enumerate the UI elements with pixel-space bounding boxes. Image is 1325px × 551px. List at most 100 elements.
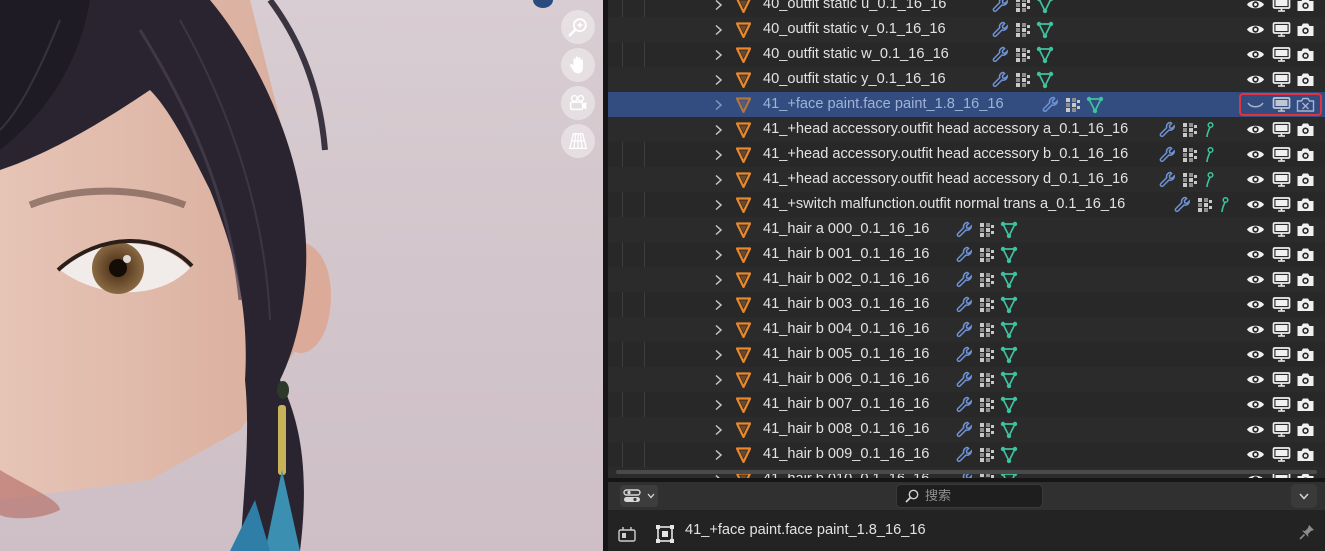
viewport-toggle[interactable] bbox=[1272, 317, 1291, 342]
mesh-object-icon[interactable] bbox=[736, 167, 754, 192]
expand-toggle[interactable] bbox=[714, 67, 726, 92]
object-name[interactable]: 41_hair b 001_0.1_16_16 bbox=[763, 242, 929, 267]
render-toggle[interactable] bbox=[1296, 0, 1315, 17]
viewport-toggle[interactable] bbox=[1272, 142, 1291, 167]
visibility-toggle[interactable] bbox=[1246, 342, 1265, 367]
render-toggle[interactable] bbox=[1296, 267, 1315, 292]
viewport-toggle[interactable] bbox=[1272, 242, 1291, 267]
expand-toggle[interactable] bbox=[714, 0, 726, 17]
object-name[interactable]: 41_+head accessory.outfit head accessory… bbox=[763, 117, 1128, 142]
outliner-row[interactable]: 40_outfit static u_0.1_16_16 bbox=[608, 0, 1325, 17]
modifier-icons[interactable] bbox=[992, 42, 1054, 67]
expand-toggle[interactable] bbox=[714, 367, 726, 392]
mesh-object-icon[interactable] bbox=[736, 67, 754, 92]
mesh-object-icon[interactable] bbox=[736, 92, 754, 117]
visibility-toggle[interactable] bbox=[1246, 67, 1265, 92]
outliner-row[interactable]: 41_hair b 001_0.1_16_16 bbox=[608, 242, 1325, 267]
3d-viewport[interactable] bbox=[0, 0, 603, 551]
object-name[interactable]: 41_hair b 009_0.1_16_16 bbox=[763, 442, 929, 467]
outliner-row[interactable]: 40_outfit static w_0.1_16_16 bbox=[608, 42, 1325, 67]
modifier-icons[interactable] bbox=[956, 217, 1018, 242]
visibility-toggle[interactable] bbox=[1246, 217, 1265, 242]
perspective-grid-icon[interactable] bbox=[561, 124, 595, 158]
modifier-icons[interactable] bbox=[956, 317, 1018, 342]
viewport-toggle[interactable] bbox=[1272, 192, 1291, 217]
outliner-row[interactable]: 41_+switch malfunction.outfit normal tra… bbox=[608, 192, 1325, 217]
object-name[interactable]: 41_+switch malfunction.outfit normal tra… bbox=[763, 192, 1125, 217]
expand-toggle[interactable] bbox=[714, 442, 726, 467]
expand-toggle[interactable] bbox=[714, 217, 726, 242]
visibility-toggle[interactable] bbox=[1246, 292, 1265, 317]
visibility-toggle[interactable] bbox=[1246, 192, 1265, 217]
outliner-tree[interactable]: 40_outfit static u_0.1_16_16 40_outfit s… bbox=[608, 0, 1325, 478]
render-toggle[interactable] bbox=[1296, 292, 1315, 317]
viewport-toggle[interactable] bbox=[1272, 117, 1291, 142]
outliner-row[interactable]: 41_hair b 002_0.1_16_16 bbox=[608, 267, 1325, 292]
mesh-object-icon[interactable] bbox=[736, 142, 754, 167]
visibility-toggle[interactable] bbox=[1246, 142, 1265, 167]
render-toggle[interactable] bbox=[1296, 142, 1315, 167]
viewport-toggle[interactable] bbox=[1272, 392, 1291, 417]
expand-toggle[interactable] bbox=[714, 192, 726, 217]
visibility-toggle[interactable] bbox=[1246, 442, 1265, 467]
properties-editor-icon[interactable] bbox=[618, 526, 636, 542]
modifier-icons[interactable] bbox=[956, 342, 1018, 367]
render-toggle[interactable] bbox=[1296, 167, 1315, 192]
viewport-toggle[interactable] bbox=[1272, 17, 1291, 42]
mesh-object-icon[interactable] bbox=[736, 292, 754, 317]
mesh-object-icon[interactable] bbox=[736, 267, 754, 292]
visibility-toggle[interactable] bbox=[1246, 367, 1265, 392]
search-input[interactable] bbox=[925, 488, 1035, 504]
object-name[interactable]: 41_+head accessory.outfit head accessory… bbox=[763, 142, 1128, 167]
object-name[interactable]: 41_hair b 006_0.1_16_16 bbox=[763, 367, 929, 392]
visibility-toggle[interactable] bbox=[1246, 117, 1265, 142]
display-mode-dropdown[interactable] bbox=[620, 485, 658, 507]
mesh-object-icon[interactable] bbox=[736, 217, 754, 242]
render-toggle[interactable] bbox=[1296, 317, 1315, 342]
outliner-row[interactable]: 41_hair b 007_0.1_16_16 bbox=[608, 392, 1325, 417]
mesh-object-icon[interactable] bbox=[736, 317, 754, 342]
mesh-object-icon[interactable] bbox=[736, 367, 754, 392]
object-name[interactable]: 41_hair b 008_0.1_16_16 bbox=[763, 417, 929, 442]
outliner-row[interactable]: 41_hair b 003_0.1_16_16 bbox=[608, 292, 1325, 317]
visibility-toggle[interactable] bbox=[1246, 417, 1265, 442]
modifier-icons[interactable] bbox=[956, 292, 1018, 317]
expand-toggle[interactable] bbox=[714, 267, 726, 292]
visibility-toggle[interactable] bbox=[1246, 0, 1265, 17]
modifier-icons[interactable] bbox=[992, 0, 1054, 17]
outliner-row-selected[interactable]: 41_+face paint.face paint_1.8_16_16 bbox=[608, 92, 1325, 117]
modifier-icons[interactable] bbox=[956, 417, 1018, 442]
modifier-icons[interactable] bbox=[956, 242, 1018, 267]
mesh-object-icon[interactable] bbox=[736, 242, 754, 267]
modifier-icons[interactable] bbox=[992, 67, 1054, 92]
mesh-object-icon[interactable] bbox=[736, 442, 754, 467]
render-toggle[interactable] bbox=[1296, 67, 1315, 92]
render-toggle[interactable] bbox=[1296, 417, 1315, 442]
visibility-toggle[interactable] bbox=[1246, 242, 1265, 267]
expand-toggle[interactable] bbox=[714, 42, 726, 67]
render-toggle[interactable] bbox=[1296, 17, 1315, 42]
expand-toggle[interactable] bbox=[714, 292, 726, 317]
render-toggle[interactable] bbox=[1296, 217, 1315, 242]
mesh-object-icon[interactable] bbox=[736, 42, 754, 67]
zoom-icon[interactable] bbox=[561, 10, 595, 44]
outliner-row[interactable]: 40_outfit static v_0.1_16_16 bbox=[608, 17, 1325, 42]
outliner-row[interactable]: 41_hair b 006_0.1_16_16 bbox=[608, 367, 1325, 392]
expand-toggle[interactable] bbox=[714, 342, 726, 367]
viewport-toggle[interactable] bbox=[1272, 217, 1291, 242]
viewport-toggle[interactable] bbox=[1272, 442, 1291, 467]
modifier-icons[interactable] bbox=[1174, 192, 1230, 217]
expand-toggle[interactable] bbox=[714, 142, 726, 167]
modifier-icons[interactable] bbox=[956, 442, 1018, 467]
expand-toggle[interactable] bbox=[714, 242, 726, 267]
viewport-toggle[interactable] bbox=[1272, 342, 1291, 367]
pin-icon[interactable] bbox=[1299, 524, 1315, 540]
modifier-icons[interactable] bbox=[956, 367, 1018, 392]
outliner-row[interactable]: 41_+head accessory.outfit head accessory… bbox=[608, 142, 1325, 167]
mesh-object-icon[interactable] bbox=[736, 0, 754, 17]
modifier-icons[interactable] bbox=[1159, 167, 1215, 192]
visibility-toggle[interactable] bbox=[1246, 317, 1265, 342]
outliner-row[interactable]: 41_hair b 009_0.1_16_16 bbox=[608, 442, 1325, 467]
modifier-icons[interactable] bbox=[1042, 92, 1104, 117]
search-field[interactable] bbox=[896, 484, 1043, 508]
